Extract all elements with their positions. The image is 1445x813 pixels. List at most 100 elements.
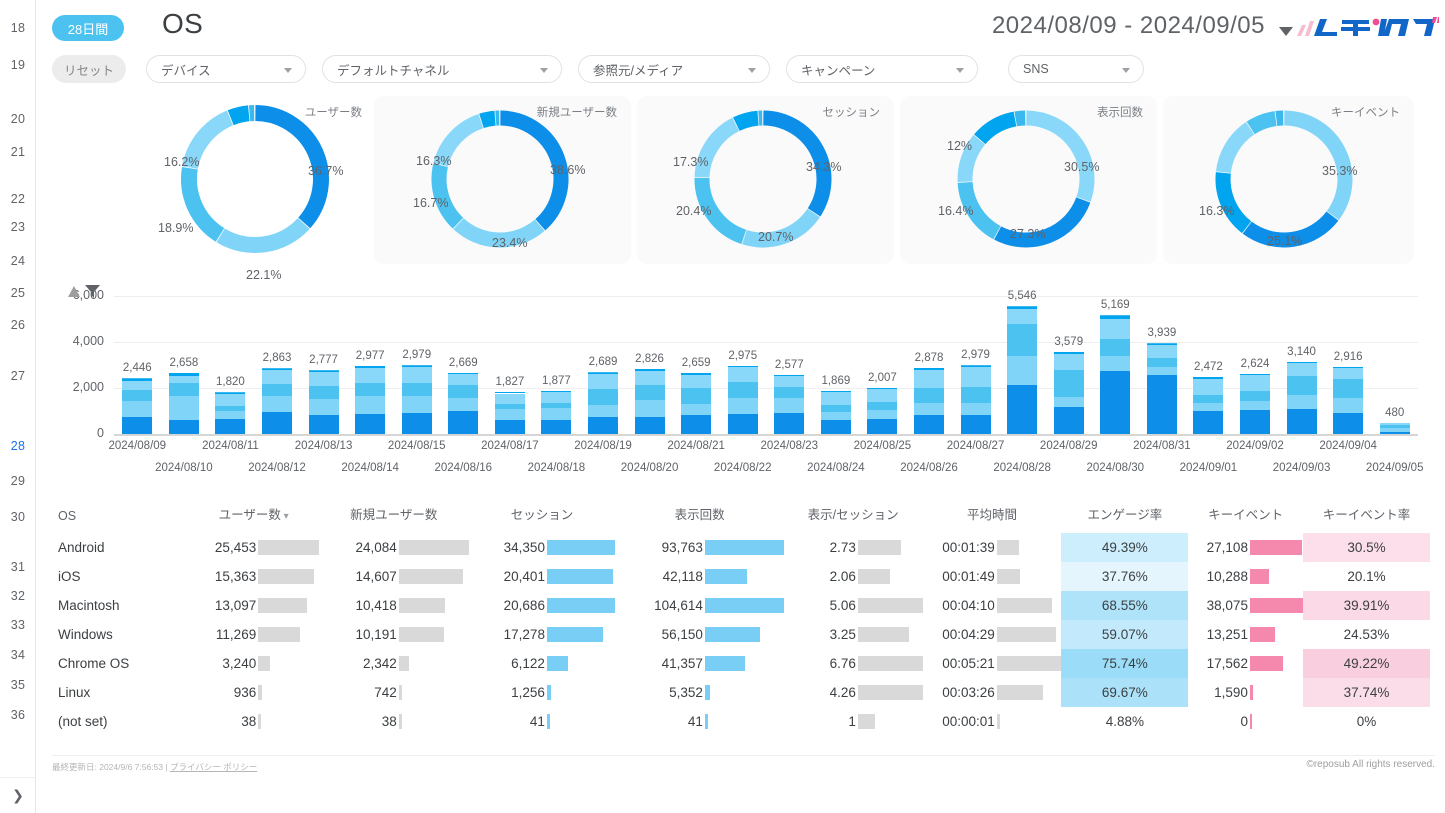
bar-segment[interactable] bbox=[681, 375, 711, 388]
bar-segment[interactable] bbox=[309, 415, 339, 434]
bar-segment[interactable] bbox=[1287, 395, 1317, 409]
bar-segment[interactable] bbox=[1007, 385, 1037, 434]
filter-select-3[interactable]: キャンペーン bbox=[786, 55, 978, 83]
bar-segment[interactable] bbox=[1007, 324, 1037, 356]
table-row[interactable]: iOS15,36314,60720,40142,1182.0600:01:493… bbox=[52, 562, 1430, 591]
donut-segment[interactable] bbox=[231, 113, 249, 117]
bar-segment[interactable] bbox=[355, 368, 385, 384]
gutter-row-29[interactable]: 29 bbox=[0, 474, 36, 488]
bar-column[interactable] bbox=[541, 391, 571, 434]
bar-segment[interactable] bbox=[309, 386, 339, 399]
donut-segment[interactable] bbox=[980, 119, 1015, 139]
filter-select-0[interactable]: デバイス bbox=[146, 55, 306, 83]
chevron-down-icon[interactable] bbox=[956, 68, 964, 73]
gutter-row-30[interactable]: 30 bbox=[0, 510, 36, 524]
bar-segment[interactable] bbox=[1147, 345, 1177, 357]
filter-select-4[interactable]: SNS bbox=[1008, 55, 1144, 83]
donut-segment[interactable] bbox=[1251, 119, 1276, 128]
bar-column[interactable] bbox=[215, 392, 245, 434]
bar-segment[interactable] bbox=[1240, 401, 1270, 410]
table-row[interactable]: Android25,45324,08434,35093,7632.7300:01… bbox=[52, 533, 1430, 562]
bar-segment[interactable] bbox=[1287, 376, 1317, 395]
donut-segment[interactable] bbox=[736, 118, 758, 124]
bar-segment[interactable] bbox=[122, 401, 152, 417]
bar-segment[interactable] bbox=[1054, 354, 1084, 370]
expand-panel-button[interactable]: ❯ bbox=[0, 777, 36, 813]
table-row[interactable]: Windows11,26910,19117,27856,1503.2500:04… bbox=[52, 620, 1430, 649]
bar-segment[interactable] bbox=[1100, 356, 1130, 370]
gutter-row-34[interactable]: 34 bbox=[0, 648, 36, 662]
bar-segment[interactable] bbox=[169, 383, 199, 396]
column-header-key_events[interactable]: キーイベント bbox=[1188, 496, 1303, 533]
bar-column[interactable] bbox=[1333, 367, 1363, 434]
bar-segment[interactable] bbox=[1240, 391, 1270, 401]
donut-segment[interactable] bbox=[481, 118, 495, 121]
bar-segment[interactable] bbox=[867, 389, 897, 402]
bar-column[interactable] bbox=[1380, 423, 1410, 434]
bar-segment[interactable] bbox=[309, 372, 339, 386]
bar-segment[interactable] bbox=[1380, 432, 1410, 434]
bar-segment[interactable] bbox=[961, 387, 991, 403]
donut-segment[interactable] bbox=[1223, 173, 1247, 227]
gutter-row-21[interactable]: 21 bbox=[0, 145, 36, 159]
bar-segment[interactable] bbox=[1193, 411, 1223, 434]
column-header-key_event_rate[interactable]: キーイベント率 bbox=[1303, 496, 1430, 533]
bar-segment[interactable] bbox=[1287, 409, 1317, 434]
bar-segment[interactable] bbox=[728, 367, 758, 381]
bar-column[interactable] bbox=[402, 365, 432, 434]
gutter-row-28[interactable]: 28 bbox=[0, 439, 36, 453]
bar-segment[interactable] bbox=[355, 414, 385, 434]
bar-column[interactable] bbox=[821, 391, 851, 434]
bar-column[interactable] bbox=[1240, 374, 1270, 434]
bar-segment[interactable] bbox=[1147, 375, 1177, 434]
bar-segment[interactable] bbox=[1333, 368, 1363, 379]
bar-segment[interactable] bbox=[1193, 395, 1223, 404]
bar-segment[interactable] bbox=[402, 413, 432, 434]
bar-segment[interactable] bbox=[867, 410, 897, 419]
bar-column[interactable] bbox=[169, 373, 199, 434]
table-row[interactable]: (not set)38384141100:00:014.88%00% bbox=[52, 707, 1430, 736]
bar-segment[interactable] bbox=[1054, 370, 1084, 397]
bar-segment[interactable] bbox=[635, 417, 665, 434]
chevron-down-icon[interactable] bbox=[748, 68, 756, 73]
bar-segment[interactable] bbox=[1100, 371, 1130, 434]
donut-segment[interactable] bbox=[702, 124, 736, 177]
bar-segment[interactable] bbox=[1007, 356, 1037, 385]
donut-segment[interactable] bbox=[439, 165, 458, 223]
column-header-avg_time[interactable]: 平均時間 bbox=[923, 496, 1062, 533]
bar-column[interactable] bbox=[448, 373, 478, 434]
bar-segment[interactable] bbox=[355, 383, 385, 396]
bar-column[interactable] bbox=[122, 378, 152, 434]
bar-column[interactable] bbox=[495, 392, 525, 434]
bar-segment[interactable] bbox=[169, 396, 199, 419]
bar-segment[interactable] bbox=[495, 420, 525, 434]
gutter-row-20[interactable]: 20 bbox=[0, 112, 36, 126]
bar-segment[interactable] bbox=[495, 394, 525, 404]
bar-column[interactable] bbox=[262, 368, 292, 434]
filter-select-1[interactable]: デフォルトチャネル bbox=[322, 55, 562, 83]
gutter-row-32[interactable]: 32 bbox=[0, 589, 36, 603]
bar-segment[interactable] bbox=[1193, 403, 1223, 411]
bar-segment[interactable] bbox=[1100, 339, 1130, 356]
bar-segment[interactable] bbox=[495, 409, 525, 420]
bar-segment[interactable] bbox=[681, 404, 711, 415]
table-row[interactable]: Macintosh13,09710,41820,686104,6145.0600… bbox=[52, 591, 1430, 620]
bar-segment[interactable] bbox=[122, 390, 152, 401]
bar-segment[interactable] bbox=[1333, 398, 1363, 412]
bar-segment[interactable] bbox=[355, 396, 385, 414]
period-badge[interactable]: 28日間 bbox=[52, 15, 124, 41]
bar-segment[interactable] bbox=[1333, 413, 1363, 434]
chevron-down-icon[interactable] bbox=[1279, 27, 1293, 36]
bar-segment[interactable] bbox=[448, 385, 478, 398]
donut-segment[interactable] bbox=[1223, 128, 1250, 172]
bar-segment[interactable] bbox=[588, 389, 618, 405]
bar-segment[interactable] bbox=[867, 402, 897, 410]
gutter-row-36[interactable]: 36 bbox=[0, 708, 36, 722]
bar-column[interactable] bbox=[867, 388, 897, 434]
bar-segment[interactable] bbox=[774, 376, 804, 387]
gutter-row-23[interactable]: 23 bbox=[0, 220, 36, 234]
bar-column[interactable] bbox=[309, 370, 339, 434]
gutter-row-35[interactable]: 35 bbox=[0, 678, 36, 692]
bar-segment[interactable] bbox=[867, 419, 897, 434]
column-header-engagement[interactable]: エンゲージ率 bbox=[1061, 496, 1188, 533]
